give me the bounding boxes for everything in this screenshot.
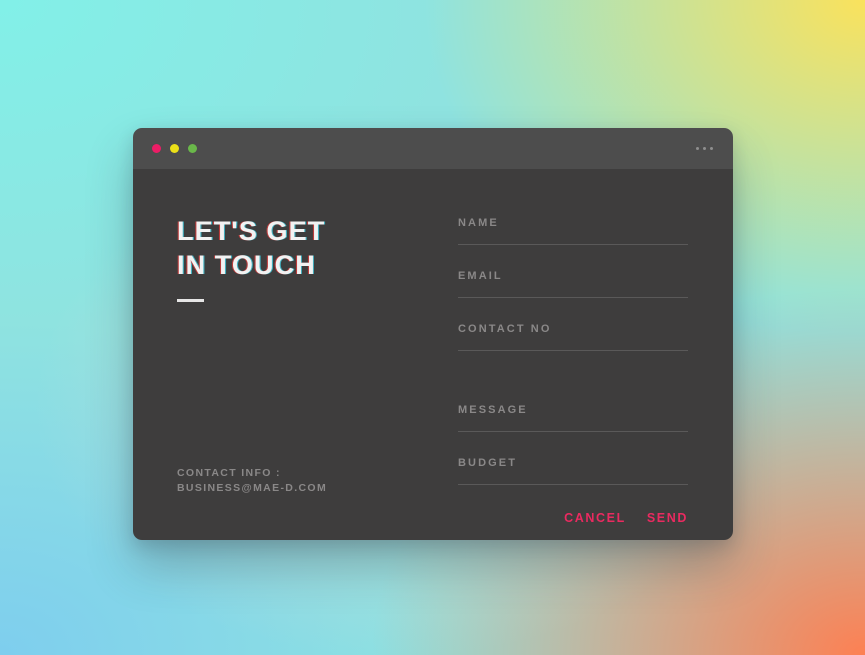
budget-underline: [458, 484, 688, 485]
contact-form-window: LET'S GET IN TOUCH CONTACT INFO : BUSINE…: [133, 128, 733, 540]
close-dot[interactable]: [152, 144, 161, 153]
minimize-dot[interactable]: [170, 144, 179, 153]
intro-column: LET'S GET IN TOUCH CONTACT INFO : BUSINE…: [177, 215, 427, 540]
field-message[interactable]: MESSAGE: [458, 351, 688, 432]
budget-placeholder: BUDGET: [458, 457, 518, 469]
message-placeholder: MESSAGE: [458, 404, 528, 416]
contact-no-placeholder: CONTACT NO: [458, 323, 552, 335]
field-name[interactable]: NAME: [458, 217, 688, 245]
field-contact-no[interactable]: CONTACT NO: [458, 298, 688, 351]
maximize-dot[interactable]: [188, 144, 197, 153]
page-title-line-2: IN TOUCH: [177, 249, 316, 280]
contact-info-email[interactable]: BUSINESS@MAE-D.COM: [177, 481, 327, 496]
ellipsis-icon[interactable]: [694, 141, 716, 157]
cancel-button[interactable]: CANCEL: [564, 511, 626, 525]
field-email[interactable]: EMAIL: [458, 245, 688, 298]
email-placeholder: EMAIL: [458, 270, 503, 282]
page-title-line-1: LET'S GET: [177, 216, 326, 246]
field-budget[interactable]: BUDGET: [458, 432, 688, 485]
send-button[interactable]: SEND: [647, 511, 688, 525]
window-body: LET'S GET IN TOUCH CONTACT INFO : BUSINE…: [133, 169, 733, 540]
contact-form: NAME EMAIL CONTACT NO MESSAGE BUDGET CAN: [427, 215, 688, 540]
title-underline-accent: [177, 298, 204, 302]
window-controls: [152, 144, 197, 153]
contact-info-block: CONTACT INFO : BUSINESS@MAE-D.COM: [177, 466, 327, 496]
contact-info-label: CONTACT INFO :: [177, 466, 281, 479]
name-placeholder: NAME: [458, 217, 499, 229]
window-titlebar: [133, 128, 733, 169]
page-title: LET'S GET IN TOUCH: [177, 215, 427, 283]
form-actions: CANCEL SEND: [458, 485, 688, 525]
